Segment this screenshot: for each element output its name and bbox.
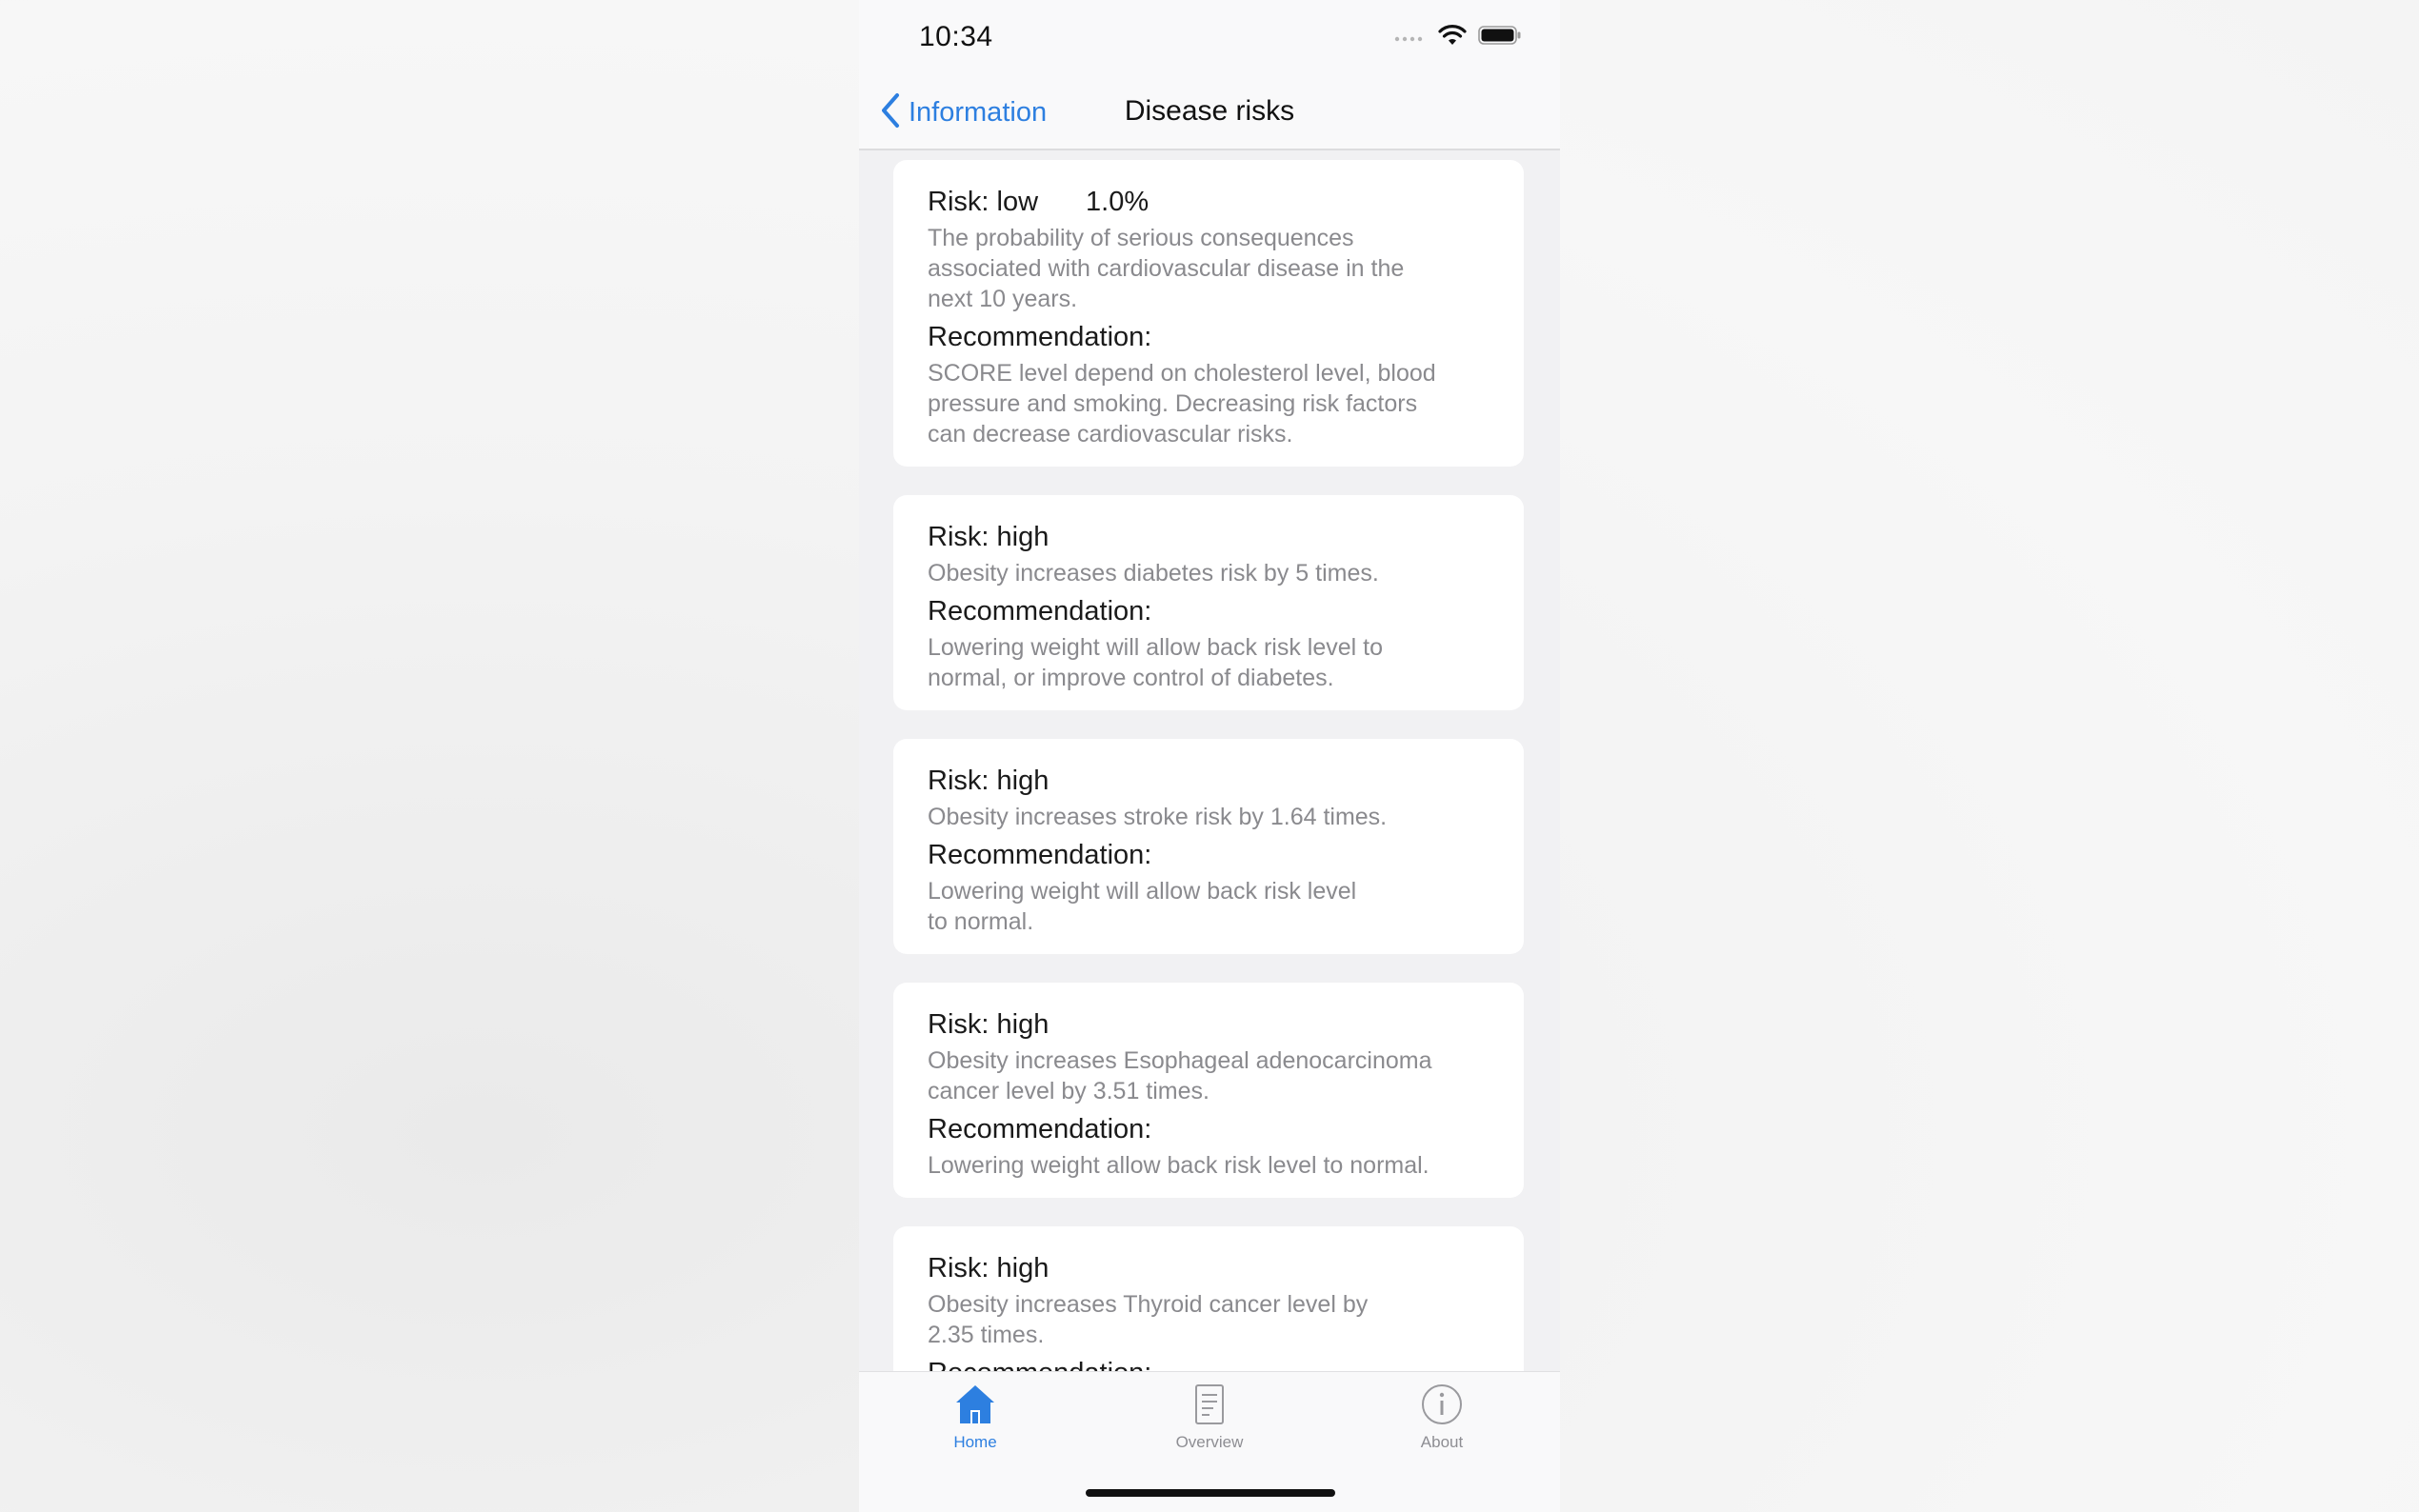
recommendation-text: SCORE level depend on cholesterol level,… <box>928 360 1436 448</box>
risk-card: Risk: high Obesity increases Thyroid can… <box>893 1226 1524 1371</box>
battery-icon <box>1478 25 1522 50</box>
risk-level: Risk: high <box>928 766 1050 796</box>
risk-description: Obesity increases stroke risk by 1.64 ti… <box>928 804 1388 830</box>
risk-description: Obesity increases Esophageal adenocarcin… <box>928 1047 1432 1104</box>
tab-about[interactable]: About <box>1375 1382 1509 1452</box>
recommendation-label: Recommendation: <box>928 596 1152 627</box>
risk-card: Risk: high Obesity increases diabetes ri… <box>893 495 1524 710</box>
risk-card: Risk: high Obesity increases stroke risk… <box>893 739 1524 954</box>
tab-overview[interactable]: Overview <box>1143 1382 1276 1452</box>
risk-percent: 1.0% <box>1086 187 1150 217</box>
recommendation-label: Recommendation: <box>928 1114 1152 1144</box>
risk-card: Risk: high Obesity increases Esophageal … <box>893 983 1524 1198</box>
risk-description: Obesity increases Thyroid cancer level b… <box>928 1291 1369 1348</box>
tab-overview-label: Overview <box>1175 1433 1244 1451</box>
recommendation-label: Recommendation: <box>928 1356 1489 1371</box>
risk-card: Risk: low 1.0% The probability of seriou… <box>893 160 1524 467</box>
tab-about-label: About <box>1420 1433 1464 1451</box>
tab-home-label: Home <box>953 1433 997 1451</box>
risk-level: Risk: high <box>928 522 1050 552</box>
status-icons <box>1394 24 1522 51</box>
risk-level: Risk: high <box>928 1009 1050 1040</box>
status-bar: 10:34 <box>859 0 1560 76</box>
info-icon <box>1375 1382 1509 1429</box>
tab-home[interactable]: Home <box>909 1382 1042 1452</box>
risk-list[interactable]: Risk: low 1.0% The probability of seriou… <box>859 150 1560 1371</box>
phone-screen: 10:34 Disease risks Information Risk: lo… <box>859 0 1560 1512</box>
chevron-left-icon <box>880 92 901 133</box>
risk-description: The probability of serious consequences … <box>928 225 1405 312</box>
recommendation-label: Recommendation: <box>928 322 1152 352</box>
wifi-icon <box>1438 24 1467 51</box>
signal-icon <box>1394 30 1427 47</box>
recommendation-label: Recommendation: <box>928 840 1152 870</box>
document-icon <box>1143 1382 1276 1429</box>
risk-level: Risk: low <box>928 187 1039 217</box>
home-indicator[interactable] <box>1086 1489 1335 1497</box>
risk-description: Obesity increases diabetes risk by 5 tim… <box>928 560 1379 587</box>
recommendation-text: Lowering weight allow back risk level to… <box>928 1152 1429 1179</box>
risk-level: Risk: high <box>928 1253 1050 1283</box>
recommendation-text: Lowering weight will allow back risk lev… <box>928 634 1383 691</box>
navigation-bar: Disease risks Information <box>859 76 1560 150</box>
back-button[interactable]: Information <box>880 90 1047 135</box>
recommendation-text: Lowering weight will allow back risk lev… <box>928 878 1357 935</box>
home-icon <box>909 1382 1042 1429</box>
status-time: 10:34 <box>919 21 993 52</box>
back-button-label: Information <box>909 96 1048 128</box>
